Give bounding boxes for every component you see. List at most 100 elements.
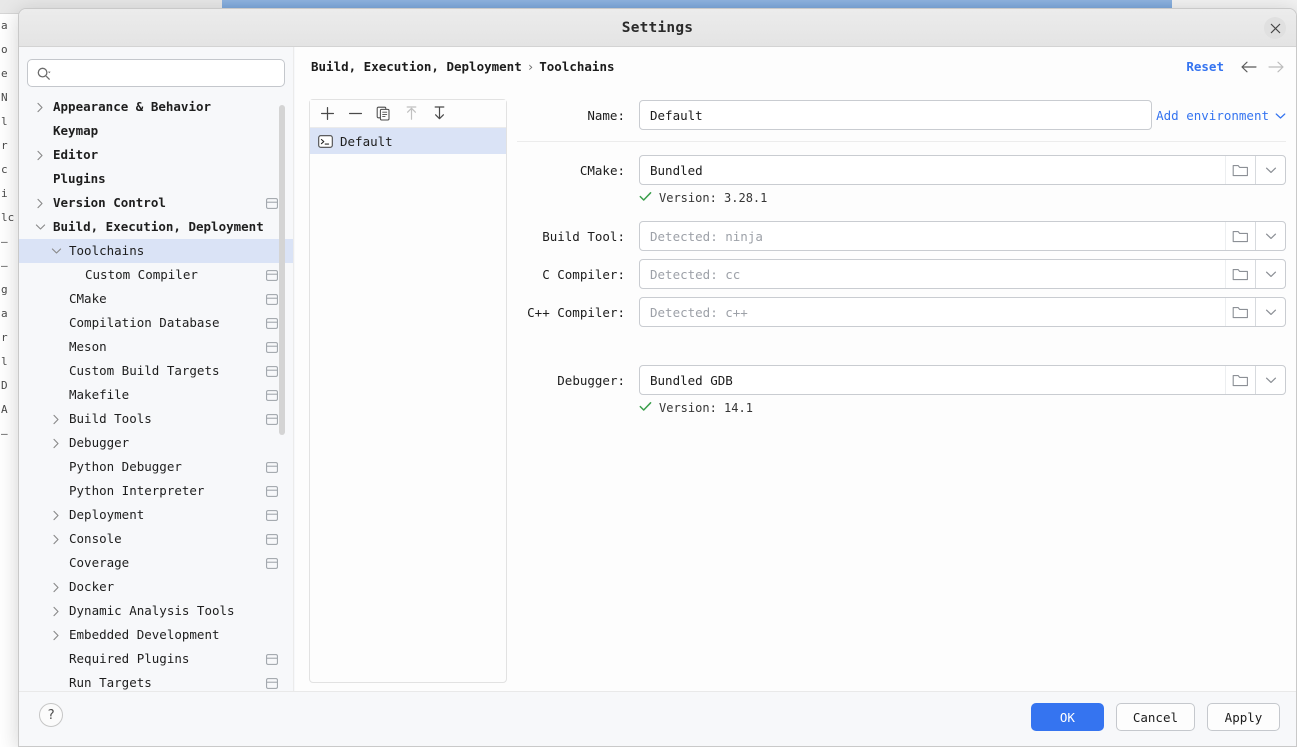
- sidebar-item-plugins[interactable]: Plugins: [19, 167, 293, 191]
- ok-button[interactable]: OK: [1030, 703, 1104, 731]
- chevron-down-icon[interactable]: [49, 239, 63, 263]
- sidebar-item-python-interpreter[interactable]: Python Interpreter: [19, 479, 293, 503]
- toolchain-list-item[interactable]: Default: [310, 128, 506, 154]
- settings-sidebar: Appearance & Behavior Keymap Editor Plugins…: [19, 47, 294, 691]
- check-icon: [639, 401, 652, 415]
- sidebar-item-appearance-behavior[interactable]: Appearance & Behavior: [19, 95, 293, 119]
- arrow-left-icon[interactable]: [1238, 57, 1258, 77]
- chevron-down-icon[interactable]: [1255, 156, 1285, 184]
- sidebar-item-label: Build Tools: [69, 411, 152, 426]
- field-debugger[interactable]: Bundled GDB: [639, 365, 1286, 395]
- sidebar-item-dynamic-analysis-tools[interactable]: Dynamic Analysis Tools: [19, 599, 293, 623]
- settings-dialog: Settings Appearance & Behavior Keymap Ed…: [18, 8, 1297, 747]
- form-spacer: [517, 328, 1286, 364]
- field-placeholder[interactable]: Detected: c++: [640, 305, 1225, 320]
- sidebar-item-deployment[interactable]: Deployment: [19, 503, 293, 527]
- field-value[interactable]: Bundled GDB: [640, 373, 1225, 388]
- arrow-right-icon[interactable]: [1266, 57, 1286, 77]
- project-scope-icon: [265, 407, 279, 431]
- chevron-right-icon[interactable]: [49, 407, 63, 431]
- sidebar-item-console[interactable]: Console: [19, 527, 293, 551]
- sidebar-item-version-control[interactable]: Version Control: [19, 191, 293, 215]
- apply-button[interactable]: Apply: [1207, 703, 1280, 731]
- field-placeholder[interactable]: Detected: cc: [640, 267, 1225, 282]
- reset-link[interactable]: Reset: [1186, 59, 1224, 74]
- folder-icon[interactable]: [1225, 298, 1255, 326]
- dialog-body: Appearance & Behavior Keymap Editor Plugins…: [19, 47, 1296, 691]
- chevron-right-icon[interactable]: [33, 143, 47, 167]
- chevron-right-icon[interactable]: [49, 575, 63, 599]
- search-box[interactable]: [27, 59, 285, 87]
- sidebar-item-custom-build-targets[interactable]: Custom Build Targets: [19, 359, 293, 383]
- project-scope-icon: [265, 551, 279, 575]
- chevron-right-icon[interactable]: [49, 599, 63, 623]
- add-toolchain-button[interactable]: [314, 102, 340, 126]
- sidebar-item-build-tools[interactable]: Build Tools: [19, 407, 293, 431]
- settings-tree[interactable]: Appearance & Behavior Keymap Editor Plugins…: [19, 95, 293, 691]
- sidebar-item-label: Dynamic Analysis Tools: [69, 603, 235, 618]
- sidebar-item-makefile[interactable]: Makefile: [19, 383, 293, 407]
- chevron-right-icon[interactable]: [49, 623, 63, 647]
- scope-placeholder: [265, 143, 279, 167]
- field-c++-compiler[interactable]: Detected: c++: [639, 297, 1286, 327]
- field-value[interactable]: Bundled: [640, 163, 1225, 178]
- chevron-down-icon[interactable]: [1255, 260, 1285, 288]
- close-icon[interactable]: [1264, 17, 1286, 39]
- project-scope-icon: [265, 503, 279, 527]
- chevron-right-icon[interactable]: [49, 431, 63, 455]
- folder-icon[interactable]: [1225, 222, 1255, 250]
- sidebar-item-docker[interactable]: Docker: [19, 575, 293, 599]
- help-button[interactable]: ?: [39, 703, 63, 727]
- sidebar-item-embedded-development[interactable]: Embedded Development: [19, 623, 293, 647]
- sidebar-item-label: Console: [69, 531, 122, 546]
- folder-icon[interactable]: [1225, 366, 1255, 394]
- move-down-toolchain-button[interactable]: [426, 102, 452, 126]
- sidebar-item-python-debugger[interactable]: Python Debugger: [19, 455, 293, 479]
- project-scope-icon: [265, 647, 279, 671]
- chevron-right-icon[interactable]: [33, 95, 47, 119]
- sidebar-item-keymap[interactable]: Keymap: [19, 119, 293, 143]
- sidebar-item-toolchains[interactable]: Toolchains: [19, 239, 293, 263]
- remove-toolchain-button[interactable]: [342, 102, 368, 126]
- sidebar-item-custom-compiler[interactable]: Custom Compiler: [19, 263, 293, 287]
- copy-toolchain-button[interactable]: [370, 102, 396, 126]
- scope-placeholder: [265, 215, 279, 239]
- sidebar-item-editor[interactable]: Editor: [19, 143, 293, 167]
- sidebar-item-compilation-database[interactable]: Compilation Database: [19, 311, 293, 335]
- field-wrap: Detected: ninja: [639, 221, 1286, 251]
- chevron-down-icon[interactable]: [33, 215, 47, 239]
- chevron-right-icon[interactable]: [33, 191, 47, 215]
- sidebar-item-label: Keymap: [53, 123, 99, 138]
- field-cmake[interactable]: Bundled: [639, 155, 1286, 185]
- folder-icon[interactable]: [1225, 156, 1255, 184]
- sidebar-item-label: Makefile: [69, 387, 130, 402]
- toolchain-list[interactable]: Default: [310, 128, 506, 154]
- sidebar-item-cmake[interactable]: CMake: [19, 287, 293, 311]
- sidebar-item-debugger[interactable]: Debugger: [19, 431, 293, 455]
- field-name[interactable]: Default: [639, 100, 1152, 130]
- sidebar-item-meson[interactable]: Meson: [19, 335, 293, 359]
- breadcrumb-parent[interactable]: Build, Execution, Deployment: [311, 59, 522, 74]
- field-c-compiler[interactable]: Detected: cc: [639, 259, 1286, 289]
- field-placeholder[interactable]: Detected: ninja: [640, 229, 1225, 244]
- sidebar-item-label: Required Plugins: [69, 651, 190, 666]
- field-value[interactable]: Default: [640, 108, 1151, 123]
- sidebar-item-coverage[interactable]: Coverage: [19, 551, 293, 575]
- sidebar-item-build-execution-deployment[interactable]: Build, Execution, Deployment: [19, 215, 293, 239]
- sidebar-item-run-targets[interactable]: Run Targets: [19, 671, 293, 691]
- chevron-right-icon[interactable]: [49, 503, 63, 527]
- sidebar-item-required-plugins[interactable]: Required Plugins: [19, 647, 293, 671]
- sidebar-item-label: Run Targets: [69, 675, 152, 690]
- chevron-down-icon[interactable]: [1255, 298, 1285, 326]
- cancel-button[interactable]: Cancel: [1115, 703, 1195, 731]
- chevron-down-icon[interactable]: [1255, 222, 1285, 250]
- sidebar-scrollbar[interactable]: [279, 105, 285, 435]
- search-input[interactable]: [36, 64, 276, 82]
- field-build-tool[interactable]: Detected: ninja: [639, 221, 1286, 251]
- chevron-right-icon[interactable]: [49, 527, 63, 551]
- add-environment-button[interactable]: Add environment: [1156, 99, 1286, 131]
- folder-icon[interactable]: [1225, 260, 1255, 288]
- form-row-c++-compiler: C++ Compiler: Detected: c++: [517, 296, 1286, 328]
- chevron-down-icon[interactable]: [1255, 366, 1285, 394]
